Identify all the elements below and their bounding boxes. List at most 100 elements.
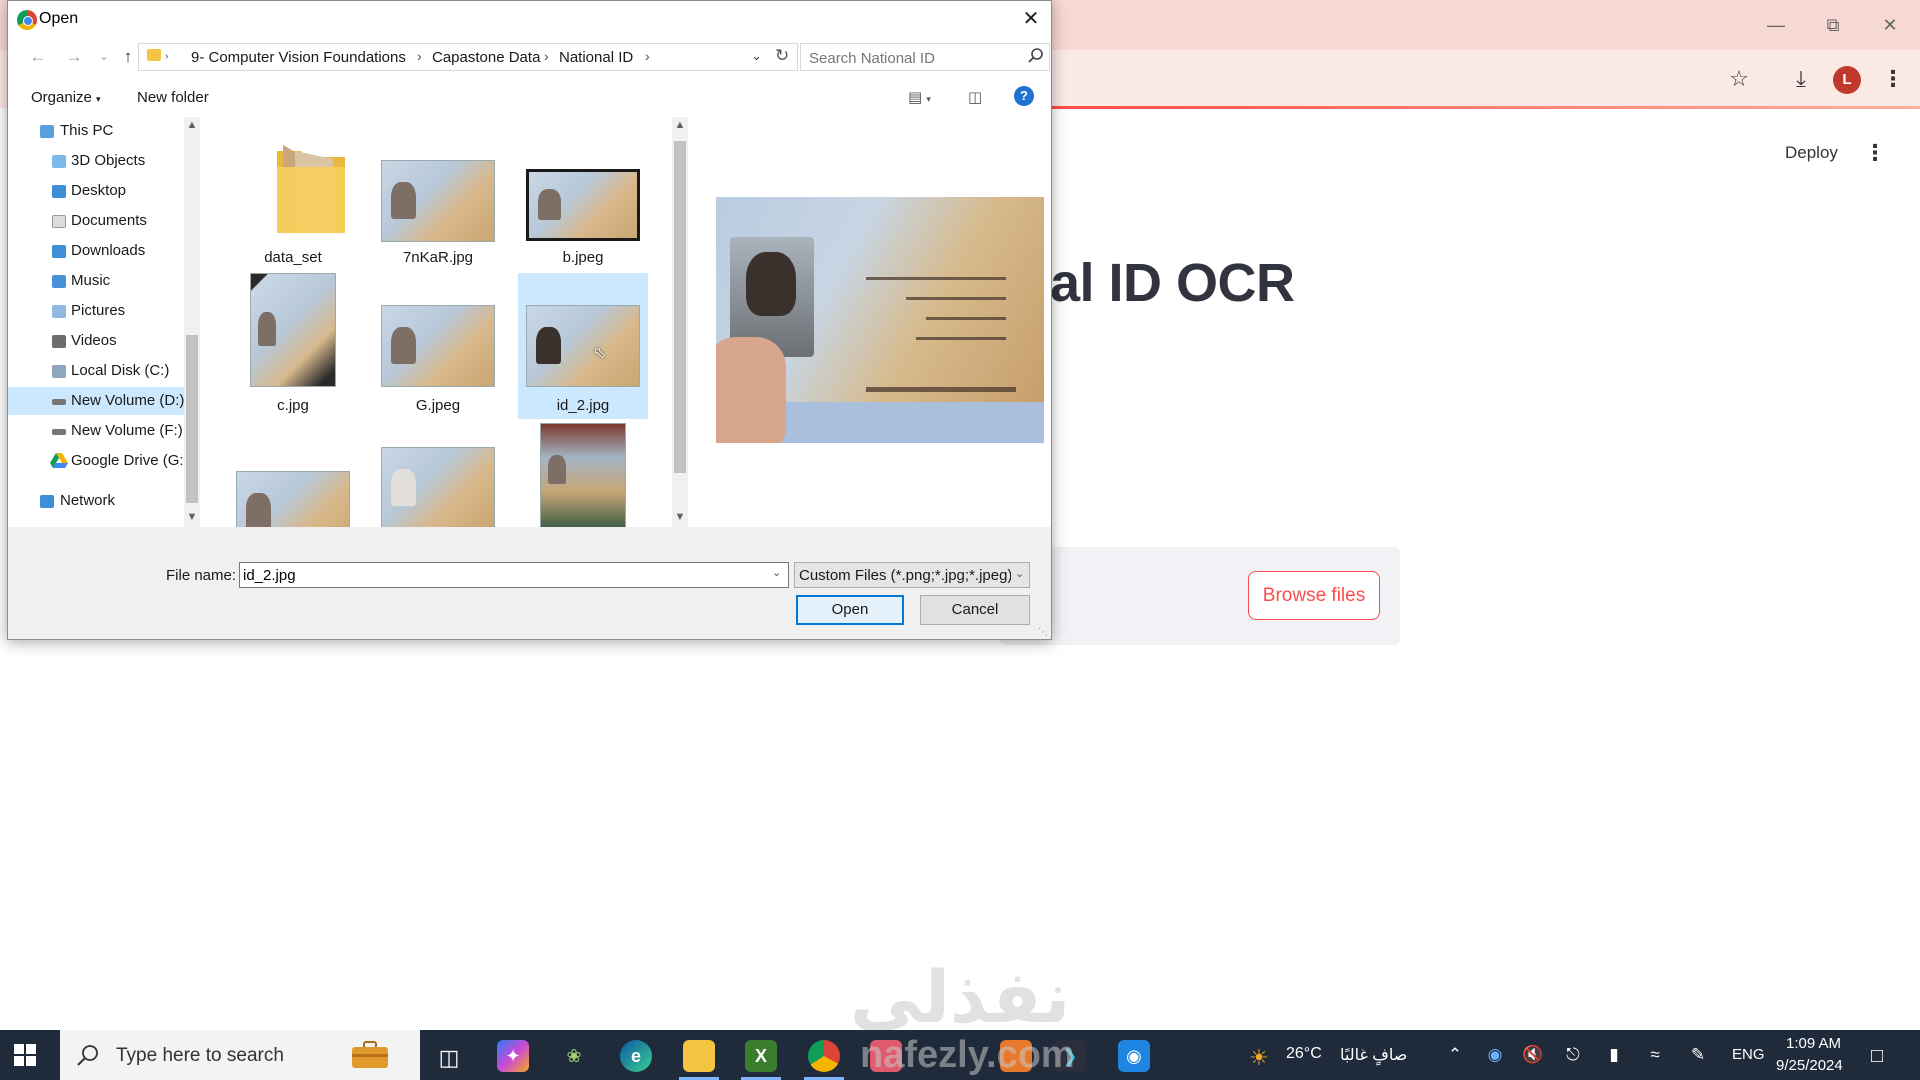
card-photo	[537, 189, 562, 220]
sidebar-item-downloads[interactable]: Downloads	[8, 237, 186, 265]
sidebar-item-network[interactable]: Network	[8, 487, 186, 515]
task-view-icon[interactable]: ◫	[438, 1045, 460, 1071]
chevron-down-icon[interactable]: ⌄	[772, 566, 781, 579]
sidebar-item-google-drive[interactable]: Google Drive (G:	[8, 447, 186, 475]
search-box[interactable]	[800, 43, 1050, 71]
chevron-up-icon[interactable]: ⌃	[1444, 1045, 1466, 1065]
weather-icon[interactable]: ☀	[1248, 1045, 1270, 1071]
sidebar-item-local-disk[interactable]: Local Disk (C:)	[8, 357, 186, 385]
resize-grip-icon[interactable]: ⋱	[1038, 627, 1048, 638]
microphone-icon[interactable]: ⎋	[1562, 1045, 1584, 1065]
dialog-close-icon[interactable]: ✕	[1018, 6, 1044, 32]
chevron-right-icon[interactable]: ›	[417, 48, 422, 64]
file-item-image[interactable]: G.jpeg	[373, 273, 503, 419]
language-indicator[interactable]: ENG	[1732, 1046, 1765, 1063]
clock-time[interactable]: 1:09 AM	[1786, 1035, 1841, 1052]
battery-icon[interactable]: ▮	[1603, 1045, 1625, 1065]
address-bar[interactable]: › 9- Computer Vision Foundations › Capas…	[138, 43, 798, 71]
file-type-select[interactable]: Custom Files (*.png;*.jpg;*.jpeg) ⌄	[794, 562, 1030, 588]
file-item-image[interactable]	[228, 423, 358, 527]
organize-button[interactable]: Organize ▾	[31, 89, 101, 106]
close-window-icon[interactable]: ✕	[1874, 12, 1906, 38]
briefcase-icon[interactable]	[350, 1040, 390, 1070]
profile-avatar[interactable]: L	[1833, 66, 1861, 94]
scroll-down-icon[interactable]: ▼	[184, 511, 200, 523]
zoom-icon[interactable]: ◉	[1118, 1040, 1150, 1072]
download-icon[interactable]: ⤓	[1784, 62, 1818, 96]
bookmark-star-icon[interactable]: ☆	[1722, 62, 1756, 96]
image-thumbnail	[381, 447, 495, 527]
sidebar-item-this-pc[interactable]: This PC	[8, 117, 186, 145]
chevron-down-icon[interactable]: ⌄	[1015, 567, 1024, 580]
weather-description[interactable]: صافٍ غالبًا	[1340, 1045, 1407, 1065]
sidebar-item-music[interactable]: Music	[8, 267, 186, 295]
excel-icon[interactable]: X	[745, 1040, 777, 1072]
search-input[interactable]	[809, 48, 1019, 68]
taskbar-search[interactable]: Type here to search	[60, 1030, 420, 1080]
pen-icon[interactable]: ✎	[1687, 1045, 1709, 1065]
edge-icon[interactable]: e	[620, 1040, 652, 1072]
preview-pane-icon[interactable]: ◫	[968, 88, 982, 106]
navigation-scrollbar[interactable]: ▲ ▼	[184, 117, 200, 527]
restore-icon[interactable]: ⧉	[1817, 12, 1849, 38]
chevron-right-icon[interactable]: ›	[544, 48, 549, 64]
chrome-icon[interactable]	[808, 1040, 840, 1072]
sidebar-item-3d-objects[interactable]: 3D Objects	[8, 147, 186, 175]
file-name-combobox[interactable]: ⌄	[239, 562, 789, 588]
browse-files-button[interactable]: Browse files	[1248, 571, 1380, 620]
chevron-down-icon[interactable]: ⌄	[751, 48, 762, 64]
file-item-image[interactable]	[518, 423, 648, 527]
view-options-icon[interactable]: ▤ ▾	[908, 88, 931, 106]
help-icon[interactable]: ?	[1014, 86, 1034, 106]
scroll-up-icon[interactable]: ▲	[672, 119, 688, 131]
volume-muted-icon[interactable]: 🔇	[1522, 1045, 1544, 1065]
notification-icon[interactable]: □	[1866, 1045, 1888, 1068]
up-folder-icon[interactable]: ↑	[116, 45, 140, 69]
back-icon[interactable]: ←	[26, 45, 50, 69]
file-item-folder[interactable]: data_set	[228, 117, 358, 266]
app-menu-icon[interactable]: ⋮	[1864, 140, 1886, 166]
scrollbar-thumb[interactable]	[186, 335, 198, 503]
sidebar-item-pictures[interactable]: Pictures	[8, 297, 186, 325]
sidebar-item-new-volume-d[interactable]: New Volume (D:)	[8, 387, 186, 415]
image-thumbnail	[250, 273, 336, 387]
scrollbar-thumb[interactable]	[674, 141, 686, 473]
breadcrumb-item[interactable]: Capastone Data	[432, 49, 540, 66]
scroll-down-icon[interactable]: ▼	[672, 511, 688, 523]
cancel-button[interactable]: Cancel	[920, 595, 1030, 625]
recent-locations-icon[interactable]: ⌄	[92, 45, 116, 69]
hand-thumb	[716, 337, 786, 443]
file-name-input[interactable]	[243, 566, 763, 584]
clock-date[interactable]: 9/25/2024	[1776, 1057, 1843, 1074]
sidebar-item-documents[interactable]: Documents	[8, 207, 186, 235]
sidebar-item-new-volume-f[interactable]: New Volume (F:)	[8, 417, 186, 445]
sidebar-item-desktop[interactable]: Desktop	[8, 177, 186, 205]
windows-start-icon[interactable]	[14, 1044, 36, 1066]
file-item-image-selected[interactable]: id_2.jpg ⬁	[518, 273, 648, 419]
card-photo	[390, 468, 416, 506]
wifi-icon[interactable]: ≈	[1644, 1045, 1666, 1065]
file-item-image[interactable]	[373, 423, 503, 527]
new-folder-button[interactable]: New folder	[137, 89, 209, 106]
breadcrumb-item[interactable]: 9- Computer Vision Foundations	[191, 49, 406, 66]
deploy-button[interactable]: Deploy	[1785, 143, 1838, 163]
file-item-image[interactable]: 7nKaR.jpg	[373, 117, 503, 266]
weather-temperature[interactable]: 26°C	[1286, 1045, 1322, 1063]
forward-icon[interactable]: →	[62, 45, 86, 69]
minimize-icon[interactable]: —	[1760, 12, 1792, 38]
search-icon[interactable]	[1027, 47, 1045, 65]
breadcrumb-item[interactable]: National ID	[559, 49, 633, 66]
scroll-up-icon[interactable]: ▲	[184, 119, 200, 131]
app-icon[interactable]: ❀	[558, 1040, 590, 1072]
browser-menu-icon[interactable]: ⋮	[1876, 62, 1910, 96]
file-item-image[interactable]: c.jpg	[228, 273, 358, 419]
refresh-icon[interactable]: ↻	[775, 46, 789, 66]
file-explorer-icon[interactable]	[683, 1040, 715, 1072]
open-button[interactable]: Open	[796, 595, 904, 625]
file-list-scrollbar[interactable]: ▲ ▼	[672, 117, 688, 527]
chevron-right-icon[interactable]: ›	[645, 48, 650, 64]
copilot-icon[interactable]: ✦	[497, 1040, 529, 1072]
zoom-tray-icon[interactable]: ◉	[1484, 1045, 1506, 1065]
sidebar-item-videos[interactable]: Videos	[8, 327, 186, 355]
file-item-image[interactable]: b.jpeg	[518, 117, 648, 266]
